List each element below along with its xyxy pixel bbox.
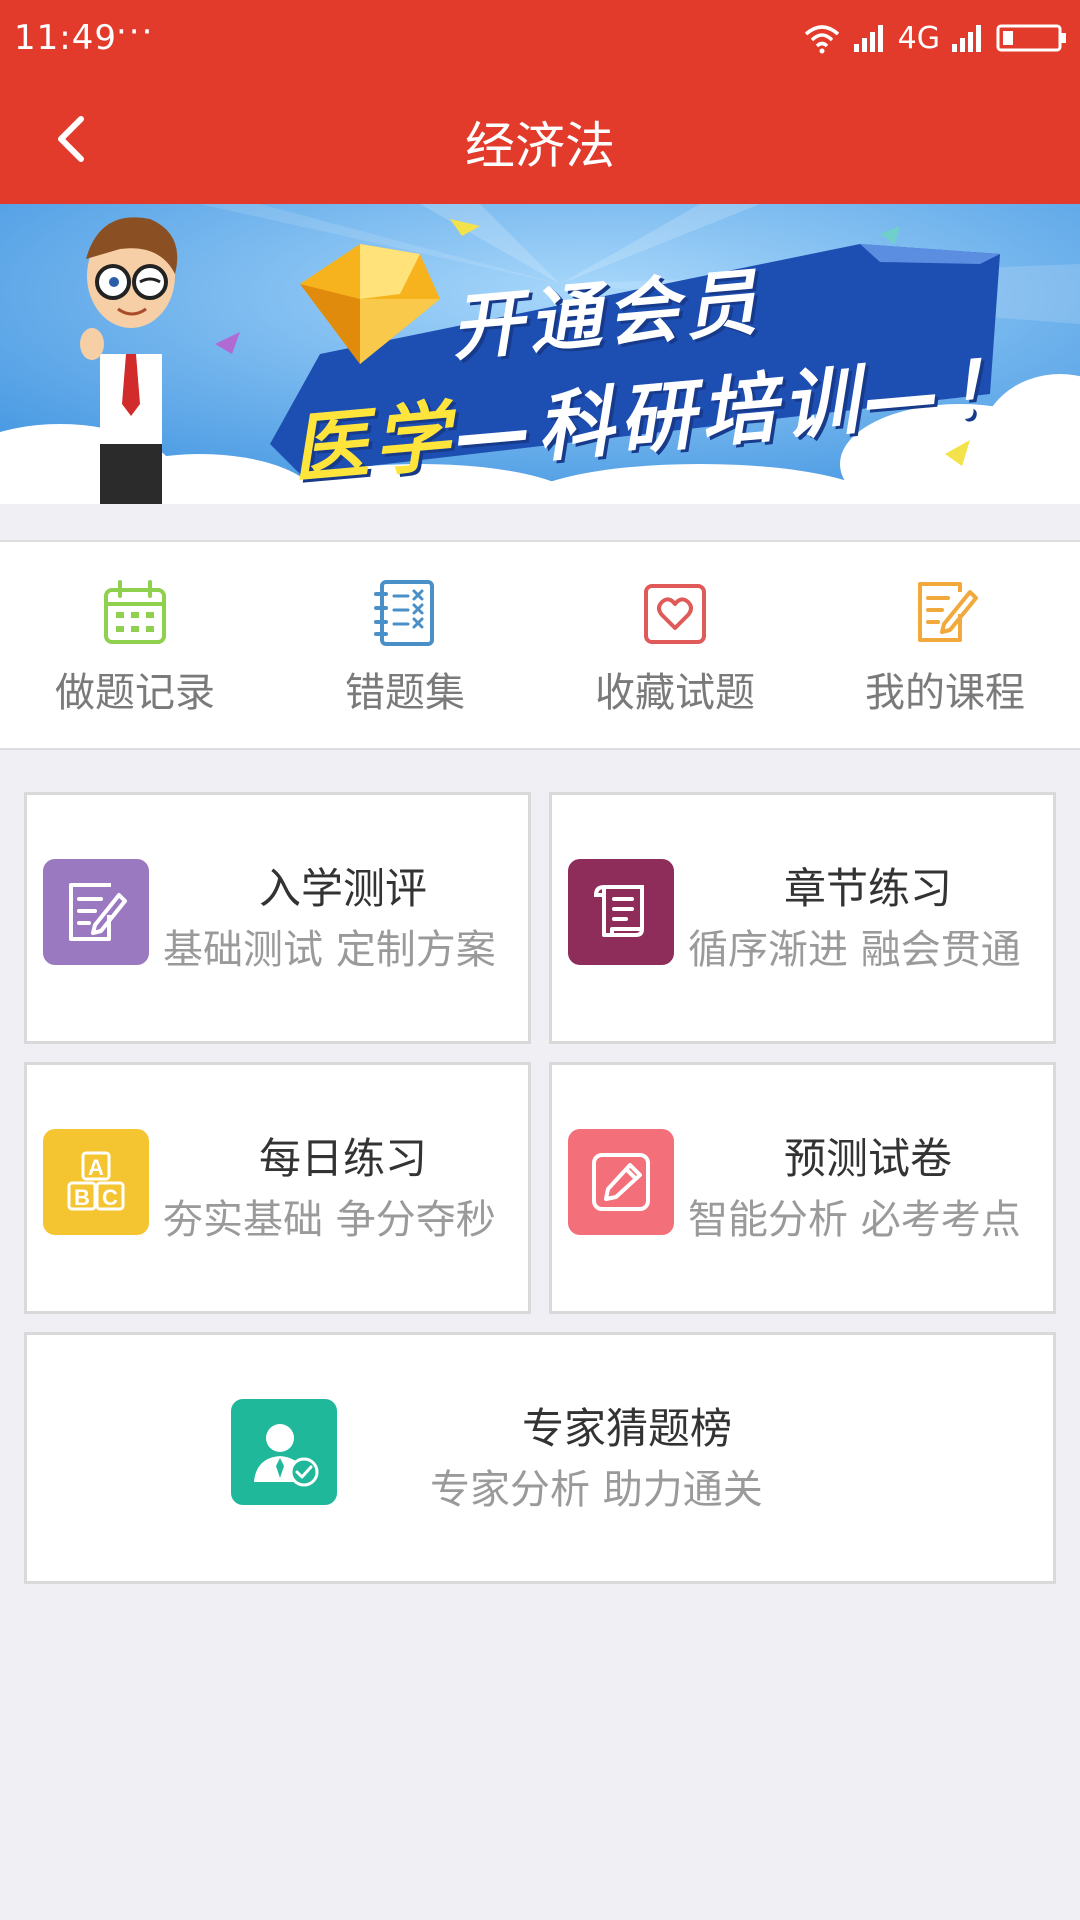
quick-link-practice-record[interactable]: 做题记录 (0, 542, 270, 748)
card-subtitle: 夯实基础 争分夺秒 (163, 1197, 496, 1243)
signal-icon (853, 25, 883, 52)
scroll-icon (593, 885, 644, 937)
card-icon-bg (231, 1399, 337, 1505)
quick-link-favorites[interactable]: 收藏试题 (540, 542, 810, 748)
card-daily-practice[interactable]: A B C 每日练习 夯实基础 争分夺秒 (24, 1062, 531, 1314)
heart-icon (644, 584, 706, 644)
calendar-icon (104, 580, 166, 644)
expert-icon (254, 1424, 319, 1487)
battery-icon (996, 24, 1066, 52)
card-chapter-practice[interactable]: 章节练习 循序渐进 融会贯通 (549, 792, 1056, 1044)
card-title: 章节练习 (783, 864, 952, 913)
svg-text:B: B (74, 1185, 90, 1210)
promo-banner[interactable]: 开通会员 医学—科研培训—！ (0, 204, 1080, 504)
card-subtitle: 循序渐进 融会贯通 (688, 927, 1021, 973)
quick-link-my-courses[interactable]: 我的课程 (810, 542, 1080, 748)
page-title: 经济法 (465, 117, 615, 175)
quick-link-label: 错题集 (345, 670, 465, 716)
svg-text:A: A (88, 1155, 104, 1180)
card-entrance-assessment[interactable]: 入学测评 基础测试 定制方案 (24, 792, 531, 1044)
svg-text:C: C (102, 1185, 118, 1210)
nav-bar: 经济法 (0, 78, 1080, 204)
notebook-icon (374, 580, 434, 646)
status-more-dots: ··· (116, 12, 155, 52)
network-type: 4G (897, 20, 940, 56)
status-time: 11:49 (14, 18, 117, 58)
signal-icon-2 (952, 25, 981, 52)
banner-highlight: 医学 (288, 391, 460, 494)
card-subtitle: 专家分析 助力通关 (430, 1467, 763, 1513)
card-icon-bg: A B C (43, 1129, 149, 1235)
card-title: 专家猜题榜 (521, 1404, 732, 1453)
pencil-icon (592, 1153, 650, 1211)
card-expert-picks[interactable]: 专家猜题榜 专家分析 助力通关 (24, 1332, 1056, 1584)
card-icon-bg (43, 859, 149, 965)
quick-link-label: 我的课程 (865, 670, 1025, 716)
app-header: 11:49 ··· 4G 经济法 (0, 0, 1080, 204)
quick-link-label: 收藏试题 (595, 670, 755, 716)
quick-link-label: 做题记录 (55, 670, 215, 716)
quick-links: 做题记录 错题集 收藏试题 我的课程 (0, 540, 1080, 750)
card-icon-bg (568, 1129, 674, 1235)
card-title: 预测试卷 (783, 1134, 952, 1183)
card-subtitle: 智能分析 必考考点 (688, 1197, 1021, 1243)
status-indicators: 4G (802, 18, 1068, 58)
wifi-icon (804, 25, 839, 54)
quick-link-wrong-questions[interactable]: 错题集 (270, 542, 540, 748)
card-title: 每日练习 (258, 1134, 427, 1183)
card-icon-bg (568, 859, 674, 965)
edit-note-icon (918, 582, 978, 642)
card-subtitle: 基础测试 定制方案 (163, 927, 496, 973)
card-title: 入学测评 (258, 864, 427, 913)
document-edit-icon (69, 883, 127, 941)
abc-blocks-icon: A B C (67, 1151, 125, 1211)
status-bar: 11:49 ··· 4G (0, 0, 1080, 78)
card-predicted-exam[interactable]: 预测试卷 智能分析 必考考点 (549, 1062, 1056, 1314)
